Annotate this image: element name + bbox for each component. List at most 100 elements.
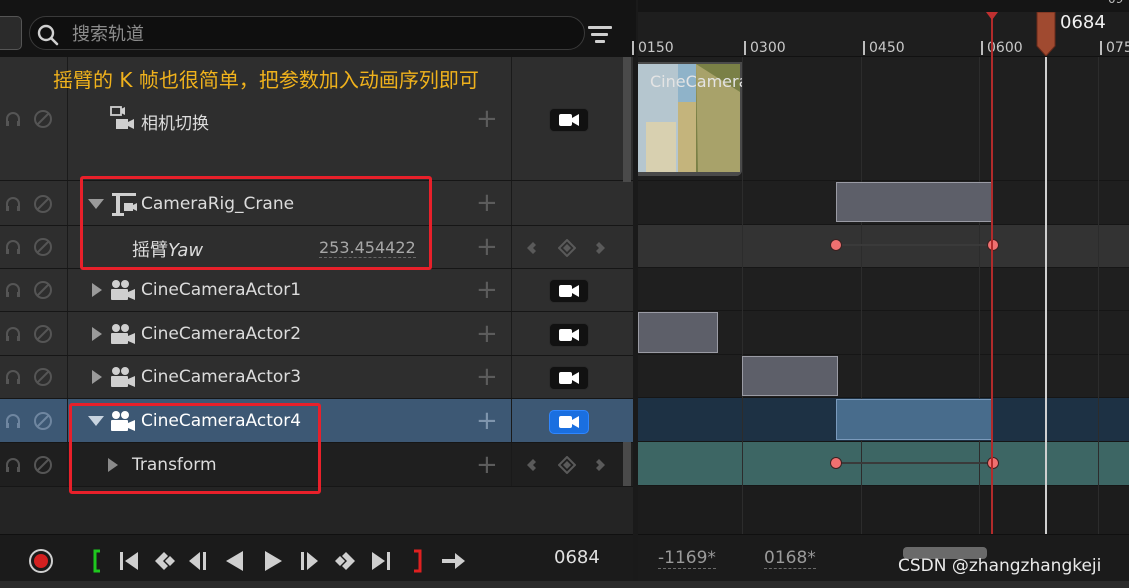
headphones-icon[interactable] [4,325,22,343]
range-start-value: -1169* [658,548,716,569]
keyframe[interactable] [830,457,842,469]
expand-arrow-icon[interactable] [92,370,102,384]
expand-arrow-icon[interactable] [92,283,102,297]
set-start-icon[interactable] [86,548,112,574]
add-icon[interactable]: + [476,277,498,303]
headphones-icon[interactable] [4,456,22,474]
view-range-end[interactable]: 0168* [764,548,816,569]
timeline-row-yaw [638,225,1129,268]
step-back-icon[interactable] [186,548,212,574]
jump-to-end-icon[interactable] [368,548,394,574]
track-row-cine-camera-actor3[interactable]: CineCameraActor3 + [0,356,633,399]
play-icon[interactable] [260,548,286,574]
add-icon[interactable]: + [476,452,498,478]
add-key-icon[interactable] [558,239,576,257]
playhead-line[interactable] [1045,57,1047,534]
view-range-start[interactable]: -1169* [658,548,716,569]
end-marker-icon[interactable] [986,12,998,20]
next-key-icon[interactable] [590,456,608,474]
timeline-row-actor1 [638,268,1129,311]
camera-lock-button[interactable] [549,323,589,347]
camera-lock-button[interactable] [549,108,589,132]
transport-bar: 0684 [0,534,633,588]
cine-camera-icon [111,280,135,300]
next-key-icon[interactable] [590,239,608,257]
disable-icon[interactable] [33,455,53,475]
add-icon[interactable]: + [476,234,498,260]
keyframe[interactable] [830,239,842,251]
track-label: 相机切换 [141,114,209,134]
section-camera-rig[interactable] [836,182,992,222]
section-actor4[interactable] [836,399,992,440]
camera-icon [559,372,579,384]
next-key-icon[interactable] [332,548,358,574]
playhead-handle[interactable] [1035,12,1057,56]
highlight-box-crane [80,176,432,270]
track-row-cine-camera-actor1[interactable]: CineCameraActor1 + [0,269,633,312]
timeline-row-actor3 [638,355,1129,398]
track-label: CineCameraActor1 [141,280,302,300]
outliner-scrollbar[interactable] [623,57,631,182]
track-actions [511,181,633,225]
cine-camera-icon [111,324,135,344]
ruler-top-number: 09 [1108,0,1123,6]
add-track-button[interactable] [0,16,22,50]
camera-icon [559,329,579,341]
disable-icon[interactable] [33,280,53,300]
keyframe[interactable] [987,239,999,251]
search-box[interactable] [29,16,585,50]
camera-cut-thumbnail[interactable]: CineCamera [638,62,742,176]
filter-icon[interactable] [588,22,616,48]
disable-icon[interactable] [33,367,53,387]
headphones-icon[interactable] [4,238,22,256]
headphones-icon[interactable] [4,368,22,386]
prev-key-icon[interactable] [152,548,178,574]
prev-key-icon[interactable] [524,239,542,257]
set-end-icon[interactable] [404,548,430,574]
headphones-icon[interactable] [4,195,22,213]
outliner-scrollbar-lower[interactable] [623,442,631,486]
play-reverse-icon[interactable] [222,548,248,574]
disable-icon[interactable] [33,411,53,431]
add-icon[interactable]: + [476,408,498,434]
headphones-icon[interactable] [4,110,22,128]
jump-to-start-icon[interactable] [116,548,142,574]
range-end-value: 0168* [764,548,816,569]
headphones-icon[interactable] [4,412,22,430]
add-icon[interactable]: + [476,106,498,132]
add-key-icon[interactable] [558,456,576,474]
add-icon[interactable]: + [476,321,498,347]
search-icon [37,24,59,46]
thumbnail-label: CineCamera [650,72,742,91]
record-icon[interactable] [28,548,54,574]
camera-lock-button[interactable] [549,410,589,434]
section-actor2[interactable] [638,312,718,353]
annotation-text: 摇臂的 K 帧也很简单，把参数加入动画序列即可 [53,68,479,92]
track-row-cine-camera-actor2[interactable]: CineCameraActor2 + [0,312,633,356]
disable-icon[interactable] [33,194,53,214]
camera-cut-icon [110,106,134,129]
add-icon[interactable]: + [476,190,498,216]
camera-icon [559,285,579,297]
disable-icon[interactable] [33,324,53,344]
keyframe[interactable] [987,457,999,469]
step-forward-icon[interactable] [296,548,322,574]
add-icon[interactable]: + [476,364,498,390]
ruler-header [638,0,1129,12]
playback-end-line[interactable] [991,12,993,534]
timeline-row-transform [638,442,1129,486]
camera-lock-button[interactable] [549,279,589,303]
disable-icon[interactable] [33,237,53,257]
section-actor3[interactable] [742,356,838,396]
prev-key-icon[interactable] [524,456,542,474]
disable-icon[interactable] [33,109,53,129]
expand-arrow-icon[interactable] [92,327,102,341]
camera-icon [559,114,579,126]
camera-lock-button[interactable] [549,366,589,390]
ruler-tick: 0300 [744,40,786,56]
current-frame-field[interactable]: 0684 [554,547,600,568]
headphones-icon[interactable] [4,281,22,299]
cine-camera-icon [111,367,135,387]
search-input[interactable] [70,21,574,47]
loop-mode-icon[interactable] [440,548,466,574]
